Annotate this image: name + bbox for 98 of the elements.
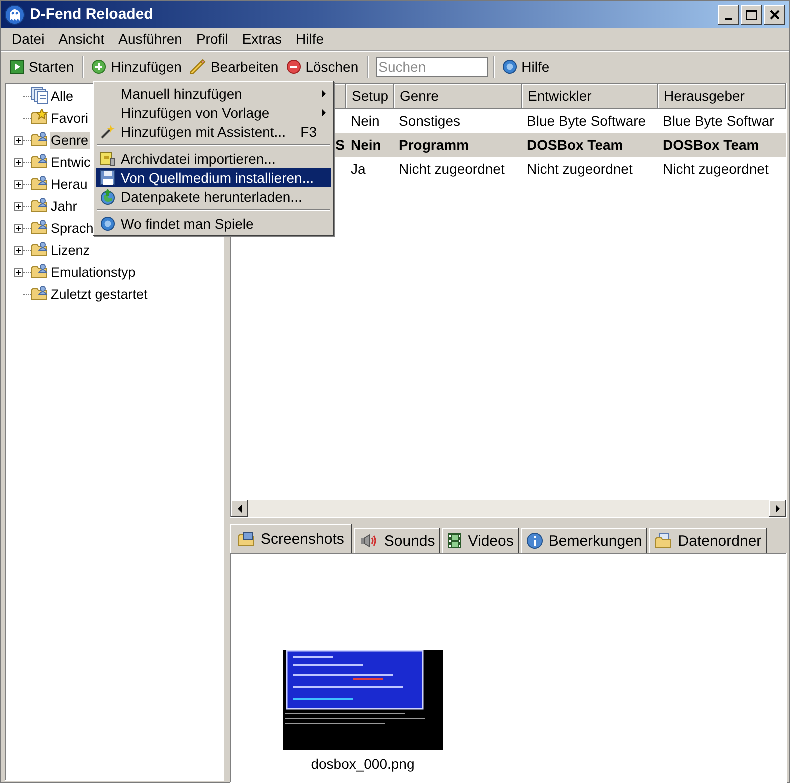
table-row[interactable]: S Nein Programm DOSBox Team DOSBox Team xyxy=(334,133,786,157)
tree-item[interactable]: Favori xyxy=(50,110,90,126)
window-title: D-Fend Reloaded xyxy=(30,6,154,23)
tab[interactable]: Sounds xyxy=(354,528,440,553)
stacked-pages-icon xyxy=(31,87,49,105)
submenu-arrow-icon xyxy=(322,90,327,98)
menu-item[interactable]: Hinzufügen mit Assistent... F3 xyxy=(96,122,331,141)
tree-item[interactable]: Genre xyxy=(50,132,90,148)
table-cell-text: Ja xyxy=(350,160,367,179)
expand-icon[interactable] xyxy=(14,246,23,254)
menu-item[interactable]: Hinzufügen von Vorlage xyxy=(96,103,331,122)
folder-person-icon xyxy=(31,219,49,237)
info-icon xyxy=(526,533,543,549)
folder-person-icon xyxy=(31,131,49,149)
table-cell-text: Nicht zugeordnet xyxy=(526,160,634,179)
folder-star-icon xyxy=(31,109,49,127)
add-button[interactable]: Hinzufügen xyxy=(89,57,185,77)
start-button[interactable]: Starten xyxy=(7,57,78,77)
submenu-arrow-icon xyxy=(322,108,327,116)
left-arrow-icon xyxy=(236,504,242,512)
table-cell-text: Nein xyxy=(350,112,381,131)
archive-icon xyxy=(100,150,116,166)
expand-icon[interactable] xyxy=(14,136,23,144)
close-button[interactable] xyxy=(764,4,785,24)
menu-item[interactable]: Profil xyxy=(189,29,236,49)
menu-item[interactable]: Ansicht xyxy=(52,29,112,49)
tab[interactable]: Datenordner xyxy=(649,528,767,553)
folder-person-icon xyxy=(31,263,49,281)
folder-person-icon xyxy=(31,241,49,259)
wand-icon xyxy=(100,124,116,140)
menu-item[interactable]: Von Quellmedium installieren... xyxy=(96,168,331,187)
delete-button[interactable]: Löschen xyxy=(284,57,362,77)
table-cell-text: S xyxy=(334,136,346,155)
table-row[interactable]: Ja Nicht zugeordnet Nicht zugeordnet Nicht zugeordnet xyxy=(334,157,786,181)
tab[interactable]: Videos xyxy=(442,528,519,553)
edit-button[interactable]: Bearbeiten xyxy=(186,57,282,77)
table-cell-text: Sonstiges xyxy=(398,112,462,131)
column-header[interactable]: Entwickler xyxy=(522,84,658,109)
tree-item[interactable]: Jahr xyxy=(50,198,78,214)
expand-icon[interactable] xyxy=(14,180,23,188)
tree-item[interactable]: Emulationstyp xyxy=(50,264,137,280)
menu-item[interactable]: Wo findet man Spiele xyxy=(96,214,331,233)
table-cell-text: Blue Byte Software xyxy=(526,112,648,131)
tree-item[interactable]: Sprach xyxy=(50,220,95,236)
right-arrow-icon xyxy=(774,504,780,512)
table-cell-text: DOSBox Team xyxy=(662,136,760,155)
menu-item[interactable]: Hilfe xyxy=(289,29,332,49)
tree-item[interactable]: Alle xyxy=(50,88,75,104)
tree-item[interactable]: Lizenz xyxy=(50,242,92,258)
expand-icon[interactable] xyxy=(14,202,23,210)
file-name: dosbox_000.png xyxy=(311,756,415,772)
menu-item[interactable]: Datenpakete herunterladen... xyxy=(96,187,331,206)
help-button[interactable]: Hilfe xyxy=(500,57,553,77)
minimize-button[interactable] xyxy=(718,4,739,24)
film-strip-icon xyxy=(448,533,462,549)
table-cell-text: Nicht zugeordnet xyxy=(398,160,506,179)
tree-item[interactable]: Entwic xyxy=(50,154,92,170)
play-icon xyxy=(10,60,24,74)
tree-item[interactable]: Zuletzt gestartet xyxy=(50,286,149,302)
table-cell-text: DOSBox Team xyxy=(526,136,624,155)
tree-item[interactable]: Herau xyxy=(50,176,89,192)
table-cell-text: Blue Byte Softwar xyxy=(662,112,776,131)
menu-item[interactable]: Manuell hinzufügen xyxy=(96,84,331,103)
maximize-icon xyxy=(746,10,757,20)
expand-icon[interactable] xyxy=(14,268,23,276)
tab[interactable]: Screenshots xyxy=(230,524,352,553)
tab[interactable]: Bemerkungen xyxy=(520,528,648,553)
pencil-icon xyxy=(190,59,206,75)
globe-icon xyxy=(100,188,116,204)
folder-person-icon xyxy=(31,285,49,303)
horizontal-scrollbar[interactable] xyxy=(231,500,786,517)
expand-icon[interactable] xyxy=(14,158,23,166)
table-row[interactable]: Nein Sonstiges Blue Byte Software Blue Byte Softwar xyxy=(334,109,786,133)
column-header[interactable]: Herausgeber xyxy=(658,84,786,109)
column-header[interactable] xyxy=(334,84,346,109)
table-cell-text: Nein xyxy=(350,136,382,155)
table-cell-text: Nicht zugeordnet xyxy=(662,160,770,179)
folder-person-icon xyxy=(31,197,49,215)
menu-item[interactable]: Extras xyxy=(235,29,290,49)
expand-icon[interactable] xyxy=(14,224,23,232)
column-header[interactable]: Genre xyxy=(394,84,522,109)
maximize-button[interactable] xyxy=(741,4,762,24)
column-header[interactable]: Setup xyxy=(346,84,394,109)
folder-document-icon xyxy=(655,533,672,549)
plus-icon xyxy=(92,60,106,74)
close-icon xyxy=(770,10,780,20)
menu-item[interactable]: Ausführen xyxy=(112,29,190,49)
minimize-icon xyxy=(725,18,732,20)
search-field[interactable]: Suchen xyxy=(376,57,488,77)
menu-item[interactable]: Archivdatei importieren... xyxy=(96,149,331,168)
menu-item[interactable]: Datei xyxy=(5,29,52,49)
folder-person-icon xyxy=(31,153,49,171)
folder-person-icon xyxy=(31,175,49,193)
ghost-icon xyxy=(5,4,25,24)
folder-picture-icon xyxy=(238,532,255,546)
minus-icon xyxy=(286,60,301,74)
table-cell-text: Programm xyxy=(398,136,470,155)
speaker-icon xyxy=(360,534,378,548)
